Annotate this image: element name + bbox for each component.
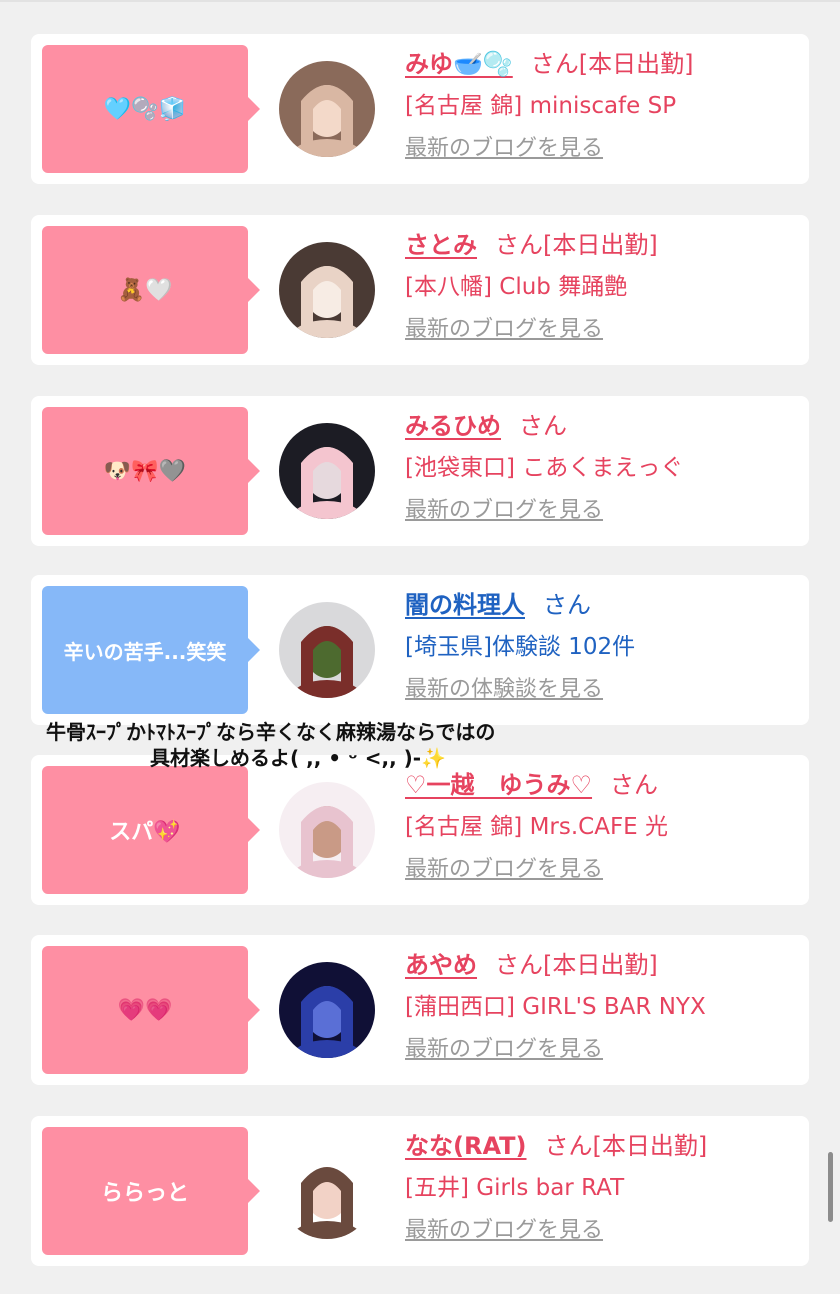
- avatar[interactable]: [279, 61, 375, 157]
- latest-blog-link[interactable]: 最新のブログを見る: [405, 1214, 603, 1248]
- girl-info: さとみ さん[本日出勤] [本八幡] Club 舞踊艶最新のブログを見る: [405, 227, 805, 347]
- girl-name-link[interactable]: ♡一越 ゆうみ♡: [405, 771, 592, 799]
- scrollbar[interactable]: [828, 1152, 833, 1222]
- shop-name: [本八幡] Club 舞踊艶: [405, 274, 628, 300]
- latest-blog-link[interactable]: 最新のブログを見る: [405, 1033, 603, 1067]
- comment-bubble: 🐶🎀🩶: [42, 407, 260, 535]
- comment-bubble: 🧸🤍: [42, 226, 260, 354]
- girl-name-link[interactable]: さとみ: [405, 231, 477, 259]
- girl-info: 闇の料理人 さん [埼玉県]体験談 102件最新の体験談を見る: [405, 587, 805, 707]
- honorific: さん: [543, 591, 591, 619]
- latest-blog-link[interactable]: 最新のブログを見る: [405, 313, 603, 347]
- attendance-status: [本日出勤]: [592, 1132, 708, 1160]
- name-line: さとみ さん[本日出勤]: [405, 227, 805, 263]
- name-line: みゆ🥣🫧 さん[本日出勤]: [405, 46, 805, 82]
- comment-text: 辛いの苦手...笑笑: [63, 639, 227, 664]
- girl-name-link[interactable]: 闇の料理人: [405, 591, 525, 619]
- girl-info: みゆ🥣🫧 さん[本日出勤] [名古屋 錦] miniscafe SP 最新のブログを見…: [405, 46, 805, 166]
- comment-bubble: ららっと: [42, 1127, 260, 1255]
- girl-card[interactable]: 🩵🫧🧊 みゆ🥣🫧 さん[本日出勤] [名古屋 錦] miniscafe SP 最新のブロ…: [31, 34, 809, 184]
- latest-blog-link[interactable]: 最新のブログを見る: [405, 132, 603, 166]
- shop-name: [名古屋 錦] Mrs.CAFE 光: [405, 814, 669, 840]
- honorific: さん: [610, 771, 659, 799]
- girl-info: あやめ さん[本日出勤] [蒲田西口] GIRL'S BAR NYX 最新のブログを見…: [405, 947, 805, 1067]
- comment-bubble: スパ💖: [42, 766, 260, 894]
- comment-text: スパ💖: [109, 820, 181, 845]
- avatar[interactable]: [279, 962, 375, 1058]
- attendance-status: [本日出勤]: [543, 231, 658, 259]
- honorific: さん: [495, 951, 543, 979]
- avatar[interactable]: [279, 782, 375, 878]
- shop-name: [名古屋 錦] miniscafe SP: [405, 93, 677, 119]
- girl-name-link[interactable]: みゆ🥣🫧: [405, 50, 513, 78]
- shop-name: [池袋東口] こあくまえっぐ: [405, 455, 684, 481]
- comment-text: 🩵🫧🧊: [103, 96, 187, 122]
- shop-name: [蒲田西口] GIRL'S BAR NYX: [405, 994, 706, 1020]
- comment-bubble: 🩵🫧🧊: [42, 45, 260, 173]
- comment-text: 💗💗: [117, 997, 173, 1023]
- attendance-status: [本日出勤]: [543, 951, 658, 979]
- avatar[interactable]: [279, 602, 375, 698]
- latest-blog-link[interactable]: 最新のブログを見る: [405, 494, 603, 528]
- girl-card[interactable]: 🐶🎀🩶 みるひめ さん [池袋東口] こあくまえっぐ最新のブログを見る: [31, 396, 809, 546]
- avatar[interactable]: [279, 242, 375, 338]
- shop-name: [五井] Girls bar RAT: [405, 1175, 625, 1201]
- name-line: なな(RAT) さん[本日出勤]: [405, 1128, 805, 1164]
- name-line: あやめ さん[本日出勤]: [405, 947, 805, 983]
- top-divider: [0, 0, 840, 2]
- latest-blog-link[interactable]: 最新のブログを見る: [405, 853, 603, 887]
- girl-card[interactable]: スパ💖 ♡一越 ゆうみ♡ さん [名古屋 錦] Mrs.CAFE 光最新のブログを見る: [31, 755, 809, 905]
- girl-info: なな(RAT) さん[本日出勤] [五井] Girls bar RAT 最新のブログを…: [405, 1128, 805, 1248]
- honorific: さん: [519, 412, 567, 440]
- comment-bubble: 💗💗: [42, 946, 260, 1074]
- girl-info: ♡一越 ゆうみ♡ さん [名古屋 錦] Mrs.CAFE 光最新のブログを見る: [405, 767, 805, 887]
- latest-blog-link[interactable]: 最新の体験談を見る: [405, 673, 603, 707]
- girl-name-link[interactable]: なな(RAT): [405, 1132, 527, 1160]
- girl-card[interactable]: 💗💗 あやめ さん[本日出勤] [蒲田西口] GIRL'S BAR NYX 最新のブログ…: [31, 935, 809, 1085]
- comment-text: 🐶🎀🩶: [103, 458, 187, 484]
- comment-text: ららっと: [100, 1181, 189, 1206]
- name-line: ♡一越 ゆうみ♡ さん: [405, 767, 805, 803]
- honorific: さん: [495, 231, 543, 259]
- comment-text: 🧸🤍: [117, 277, 173, 303]
- avatar[interactable]: [279, 423, 375, 519]
- girl-info: みるひめ さん [池袋東口] こあくまえっぐ最新のブログを見る: [405, 408, 805, 528]
- name-line: みるひめ さん: [405, 408, 805, 444]
- name-line: 闇の料理人 さん: [405, 587, 805, 623]
- girl-card[interactable]: ららっと なな(RAT) さん[本日出勤] [五井] Girls bar RAT 最新の…: [31, 1116, 809, 1266]
- avatar[interactable]: [279, 1143, 375, 1239]
- honorific: さん: [544, 1132, 593, 1160]
- girl-name-link[interactable]: あやめ: [405, 951, 477, 979]
- honorific: さん: [530, 50, 579, 78]
- overlay-caption-line-1: 牛骨ｽｰﾌﾟかﾄﾏﾄｽｰﾌﾟなら辛くなく麻辣湯ならではの: [46, 720, 496, 744]
- girl-name-link[interactable]: みるひめ: [405, 412, 501, 440]
- comment-bubble: 辛いの苦手...笑笑: [42, 586, 260, 714]
- girl-card[interactable]: 🧸🤍 さとみ さん[本日出勤] [本八幡] Club 舞踊艶最新のブログを見る: [31, 215, 809, 365]
- shop-name: [埼玉県]体験談 102件: [405, 634, 636, 660]
- overlay-caption-line-2: 具材楽しめるよ( ,, • ᵕ <,, )-✨: [150, 746, 446, 770]
- attendance-status: [本日出勤]: [578, 50, 694, 78]
- girl-card[interactable]: 辛いの苦手...笑笑 闇の料理人 さん [埼玉県]体験談 102件最新の体験談を見る: [31, 575, 809, 725]
